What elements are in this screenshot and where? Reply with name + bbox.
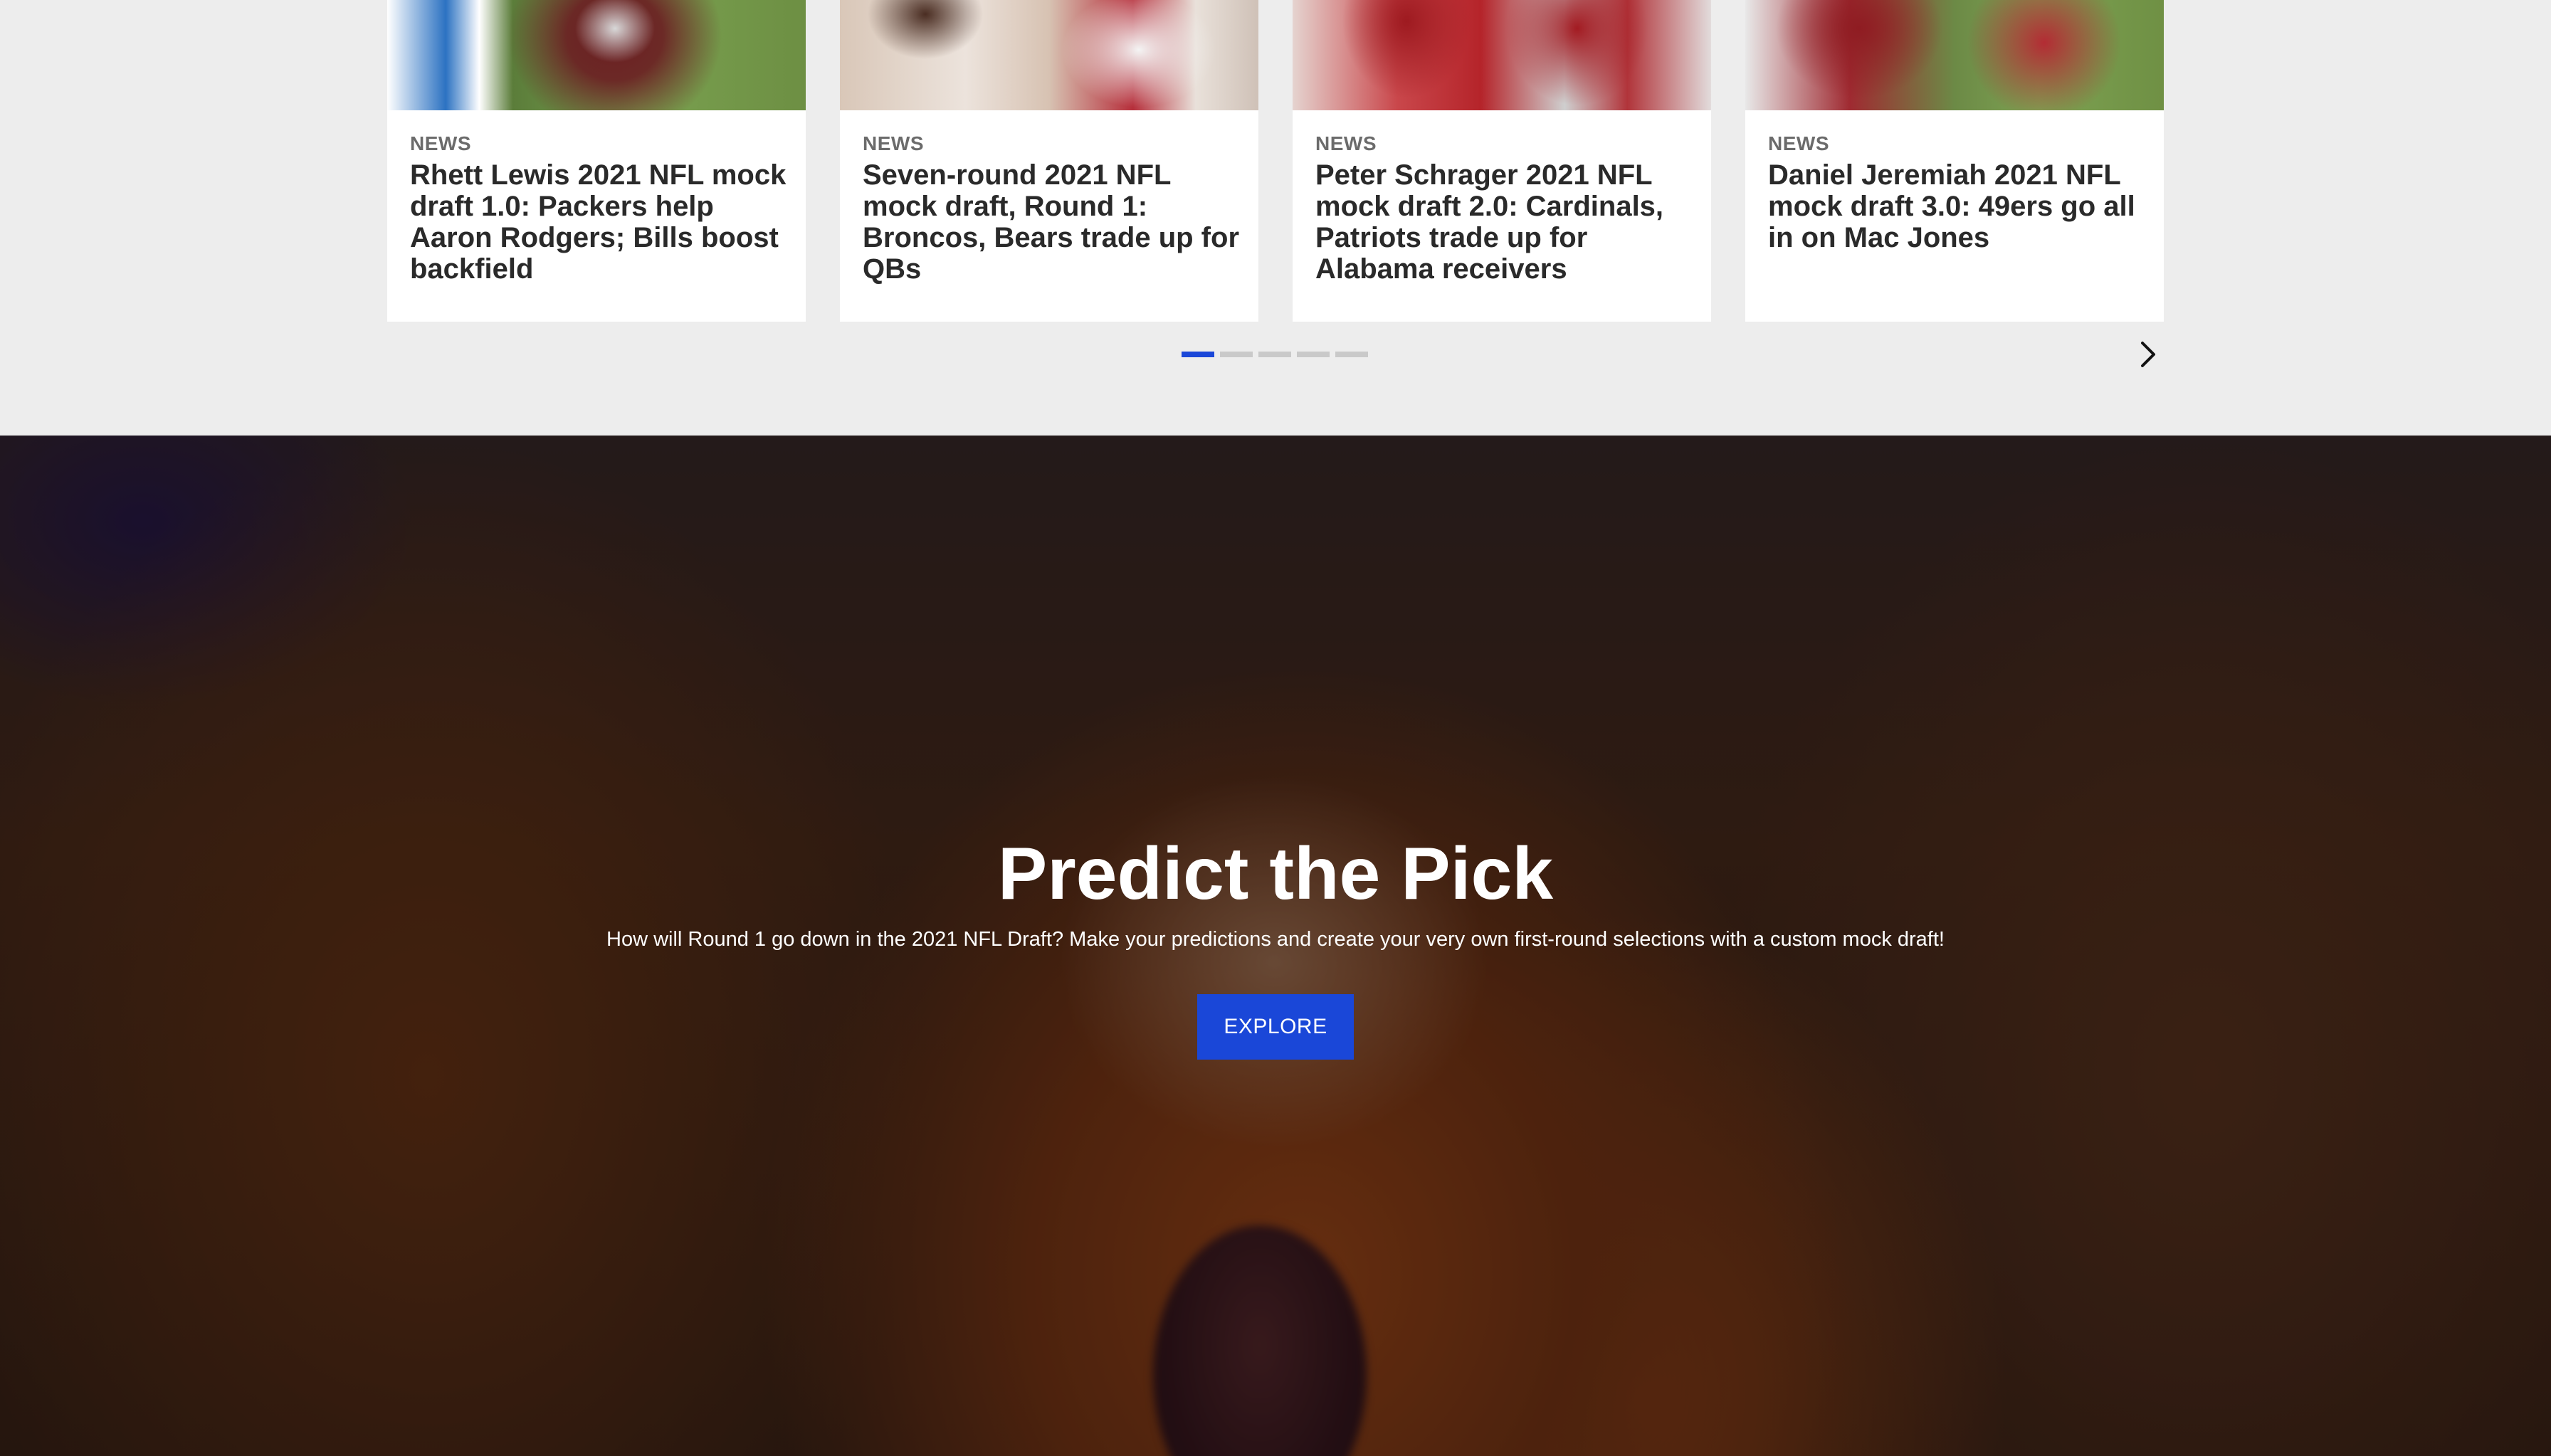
card-kicker: NEWS (863, 132, 924, 154)
hero-description: How will Round 1 go down in the 2021 NFL… (606, 928, 1945, 951)
card-title[interactable]: Peter Schrager 2021 NFL mock draft 2.0: … (1315, 159, 1693, 285)
card-kicker: NEWS (410, 132, 471, 154)
card-title[interactable]: Daniel Jeremiah 2021 NFL mock draft 3.0:… (1768, 159, 2145, 253)
carousel-pagination (1182, 352, 1369, 357)
news-carousel-section: NEWS Rhett Lewis 2021 NFL mock draft 1.0… (0, 0, 2551, 436)
card-body: NEWS Daniel Jeremiah 2021 NFL mock draft… (1768, 132, 2145, 253)
pagination-dot[interactable] (1182, 352, 1214, 357)
card-thumbnail[interactable] (1745, 0, 2164, 110)
predict-the-pick-hero: Predict the Pick How will Round 1 go dow… (0, 436, 2551, 1456)
pagination-dot[interactable] (1297, 352, 1330, 357)
pagination-dot[interactable] (1335, 352, 1368, 357)
news-card[interactable]: NEWS Rhett Lewis 2021 NFL mock draft 1.0… (387, 0, 806, 322)
card-title[interactable]: Rhett Lewis 2021 NFL mock draft 1.0: Pac… (410, 159, 787, 285)
chevron-right-icon[interactable] (2132, 339, 2164, 370)
card-body: NEWS Seven-round 2021 NFL mock draft, Ro… (863, 132, 1240, 285)
pagination-dot[interactable] (1220, 352, 1253, 357)
card-title[interactable]: Seven-round 2021 NFL mock draft, Round 1… (863, 159, 1240, 285)
news-card[interactable]: NEWS Seven-round 2021 NFL mock draft, Ro… (840, 0, 1258, 322)
card-thumbnail[interactable] (840, 0, 1258, 110)
pagination-dot[interactable] (1258, 352, 1291, 357)
card-body: NEWS Rhett Lewis 2021 NFL mock draft 1.0… (410, 132, 787, 285)
hero-title: Predict the Pick (997, 833, 1554, 915)
news-card[interactable]: NEWS Daniel Jeremiah 2021 NFL mock draft… (1745, 0, 2164, 322)
card-kicker: NEWS (1768, 132, 1829, 154)
card-thumbnail[interactable] (387, 0, 806, 110)
explore-button[interactable]: EXPLORE (1197, 994, 1354, 1060)
news-card[interactable]: NEWS Peter Schrager 2021 NFL mock draft … (1293, 0, 1711, 322)
card-body: NEWS Peter Schrager 2021 NFL mock draft … (1315, 132, 1693, 285)
card-kicker: NEWS (1315, 132, 1377, 154)
card-thumbnail[interactable] (1293, 0, 1711, 110)
news-carousel: NEWS Rhett Lewis 2021 NFL mock draft 1.0… (387, 0, 2164, 322)
